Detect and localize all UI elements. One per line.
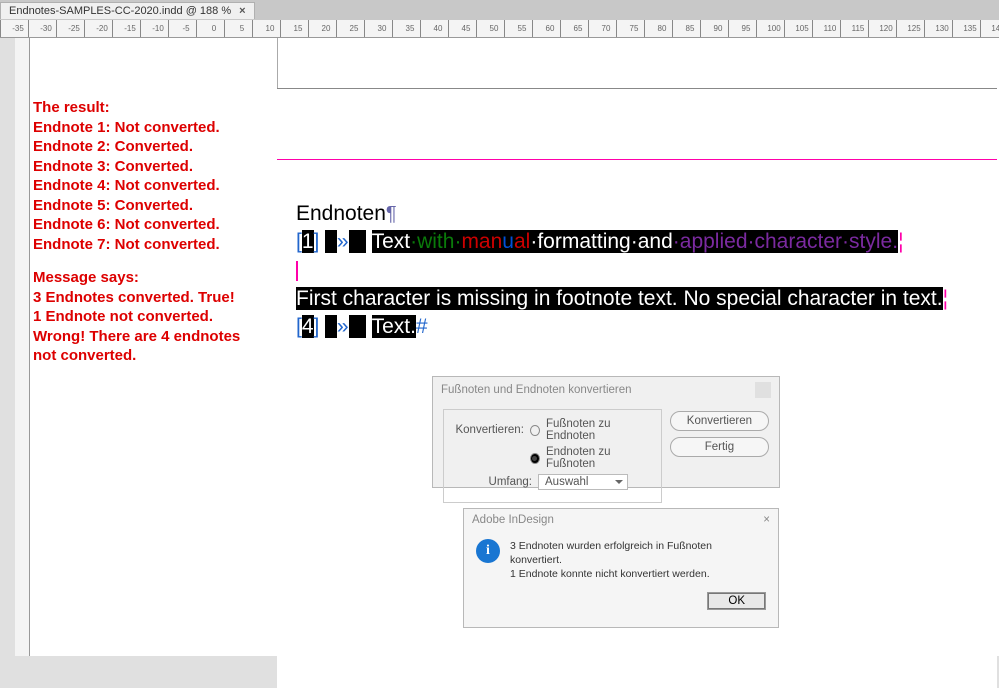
convert-notes-dialog: Fußnoten und Endnoten konvertieren Konve… [432, 376, 780, 488]
document-tab-title: Endnotes-SAMPLES-CC-2020.indd @ 188 % [9, 5, 231, 17]
annotation-overlay: The result: Endnote 1: Not converted.End… [33, 98, 283, 366]
annotation-msg-line: not converted. [33, 346, 283, 366]
radio-footnotes-to-endnotes[interactable] [530, 425, 540, 436]
annotation-line: Endnote 5: Converted. [33, 196, 283, 216]
done-button[interactable]: Fertig [670, 437, 769, 457]
annotation-line: Endnote 1: Not converted. [33, 118, 283, 138]
annotation-line: Endnote 3: Converted. [33, 157, 283, 177]
tab-icon: » [337, 230, 349, 253]
ruler-tick: 140 [980, 20, 999, 37]
opt-footnotes-to-endnotes[interactable]: Fußnoten zu Endnoten [546, 418, 651, 442]
spacer-line [296, 257, 976, 285]
text-cursor [296, 261, 298, 281]
end-of-story-icon: # [416, 315, 428, 338]
info-icon: i [476, 539, 500, 563]
radio-endnotes-to-footnotes[interactable] [530, 453, 540, 464]
convert-options-group: Konvertieren: Fußnoten zu Endnoten Endno… [443, 409, 662, 503]
close-tab-icon[interactable]: × [239, 5, 245, 17]
annotation-msg-line: 3 Endnotes converted. True! [33, 288, 283, 308]
endnote-line-2: First character is missing in footnote t… [296, 285, 976, 313]
alert-titlebar[interactable]: Adobe InDesign × [464, 509, 778, 531]
convert-button[interactable]: Konvertieren [670, 411, 769, 431]
dialog-close-icon[interactable] [755, 382, 771, 398]
endnotes-title: Endnoten [296, 202, 386, 225]
pilcrow-icon: ¶ [386, 203, 397, 225]
endnotes-title-line: Endnoten¶ [296, 200, 976, 228]
dialog-titlebar[interactable]: Fußnoten und Endnoten konvertieren [433, 377, 779, 403]
annotation-line: Endnote 4: Not converted. [33, 176, 283, 196]
annotation-line: Endnote 7: Not converted. [33, 235, 283, 255]
annotation-msg-line: 1 Endnote not converted. [33, 307, 283, 327]
endnote-line-1: [1] » Text·with·manual·formatting·and·ap… [296, 228, 976, 256]
annotation-line: Endnote 6: Not converted. [33, 215, 283, 235]
tab-icon: » [337, 315, 349, 338]
annotation-heading: The result: [33, 98, 283, 118]
alert-close-icon[interactable]: × [763, 514, 770, 526]
text-frame[interactable]: Endnoten¶ [1] » Text·with·manual·formatt… [296, 200, 976, 342]
annotation-line: Endnote 2: Converted. [33, 137, 283, 157]
horizontal-ruler[interactable]: -35-30-25-20-15-10-505101520253035404550… [0, 20, 999, 38]
scope-select[interactable]: Auswahl [538, 474, 628, 490]
alert-title: Adobe InDesign [472, 514, 554, 526]
annotation-msg-line: Wrong! There are 4 endnotes [33, 327, 283, 347]
info-alert-dialog: Adobe InDesign × i 3 Endnoten wurden erf… [463, 508, 779, 628]
document-tab[interactable]: Endnotes-SAMPLES-CC-2020.indd @ 188 % × [0, 2, 255, 19]
annotation-msg-heading: Message says: [33, 268, 283, 288]
document-tab-bar: Endnotes-SAMPLES-CC-2020.indd @ 188 % × [0, 0, 999, 20]
convert-label: Konvertieren: [454, 424, 524, 436]
ok-button[interactable]: OK [707, 592, 766, 610]
opt-endnotes-to-footnotes[interactable]: Endnoten zu Fußnoten [546, 446, 651, 470]
dialog-title: Fußnoten und Endnoten konvertieren [441, 384, 632, 396]
alert-message: 3 Endnoten wurden erfolgreich in Fußnote… [510, 539, 766, 582]
endnote-line-3: [4] » Text.# [296, 313, 976, 341]
vertical-ruler[interactable] [15, 38, 30, 656]
scope-label: Umfang: [454, 476, 532, 488]
